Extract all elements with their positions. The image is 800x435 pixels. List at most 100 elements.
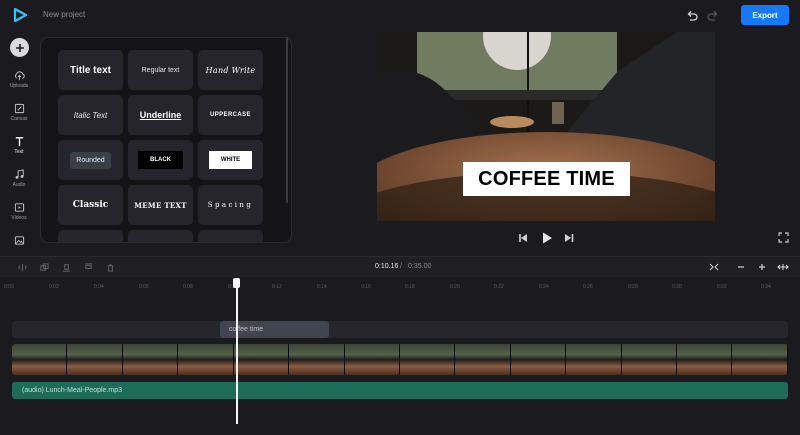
skip-forward-icon[interactable] xyxy=(563,232,575,244)
duplicate-tool[interactable] xyxy=(35,261,53,274)
sidebar-item-text[interactable]: Text xyxy=(0,136,38,166)
text-style-white[interactable]: WHITE xyxy=(198,140,263,180)
add-media-button[interactable] xyxy=(10,38,29,57)
video-thumbnail-frame xyxy=(12,344,68,375)
sidebar-item-videos[interactable]: Videos xyxy=(0,202,38,232)
text-style-more[interactable] xyxy=(198,230,263,242)
text-style-italic[interactable]: Italic Text xyxy=(58,95,123,135)
video-thumbnail-frame xyxy=(621,344,678,375)
text-style-more[interactable] xyxy=(58,230,123,242)
ruler-label: 0:28 xyxy=(628,284,638,290)
delete-tool[interactable] xyxy=(101,261,119,274)
ruler-label: 0:20 xyxy=(450,284,460,290)
video-thumbnail-frame xyxy=(732,344,788,375)
ruler-label: 0:08 xyxy=(183,284,193,290)
text-style-classic[interactable]: Classic xyxy=(58,185,123,225)
audio-clip[interactable]: (audio) Lunch-Meal-People.mp3 xyxy=(12,382,788,399)
video-thumbnail-frame xyxy=(455,344,511,375)
playhead-line[interactable] xyxy=(236,286,238,424)
align-top-icon xyxy=(84,263,92,269)
video-thumbnail-frame xyxy=(566,344,622,375)
trash-icon xyxy=(107,264,113,272)
undo-icon[interactable] xyxy=(685,9,699,23)
video-thumbnail-frame xyxy=(178,344,234,375)
app-logo-icon[interactable] xyxy=(12,7,28,23)
text-style-more[interactable] xyxy=(128,230,193,242)
video-icon xyxy=(14,203,24,212)
caption-text-overlay[interactable]: COFFEE TIME xyxy=(463,162,630,196)
text-style-label: Classic xyxy=(72,200,109,210)
caption-text: COFFEE TIME xyxy=(478,167,615,190)
project-name[interactable]: New project xyxy=(43,10,85,19)
text-style-underline[interactable]: Underline xyxy=(128,95,193,135)
collapse-icon xyxy=(709,263,719,270)
ruler-label: 0:26 xyxy=(583,284,593,290)
text-style-black[interactable]: BLACK xyxy=(128,140,193,180)
total-time: 0:35.00 xyxy=(408,263,432,270)
text-track[interactable] xyxy=(12,321,788,338)
text-style-uppercase[interactable]: UPPERCASE xyxy=(198,95,263,135)
minus-icon xyxy=(738,265,744,268)
text-style-spacing[interactable]: Spacing xyxy=(198,185,263,225)
zoom-out-button[interactable] xyxy=(733,259,749,274)
ruler-label: 0:04 xyxy=(94,284,104,290)
text-style-label: Hand Write xyxy=(205,65,256,75)
ruler-label: 0:34 xyxy=(761,284,771,290)
redo-icon[interactable] xyxy=(706,9,720,23)
text-style-label: Rounded xyxy=(70,151,111,169)
video-track[interactable] xyxy=(12,344,788,375)
text-style-label: WHITE xyxy=(208,151,253,169)
sidebar-item-uploads[interactable]: Uploads xyxy=(0,70,38,100)
sidebar-item-label: Videos xyxy=(11,215,27,221)
text-style-regular[interactable]: Regular text xyxy=(128,50,193,90)
zoom-in-button[interactable] xyxy=(754,259,770,274)
sidebar-item-label: Text xyxy=(14,149,24,155)
split-tool[interactable] xyxy=(13,261,31,274)
sidebar-item-audio[interactable]: Audio xyxy=(0,169,38,199)
ruler-label: 0:00 xyxy=(4,284,14,290)
image-icon xyxy=(14,236,24,245)
text-style-meme[interactable]: MEME TEXT xyxy=(128,185,193,225)
text-style-label: MEME TEXT xyxy=(134,200,187,210)
top-bar: New project Export xyxy=(0,0,800,32)
fit-timeline-button[interactable] xyxy=(706,259,722,274)
video-thumbnail-frame xyxy=(344,344,400,375)
export-button[interactable]: Export xyxy=(741,5,789,25)
video-thumbnail-frame xyxy=(677,344,733,375)
playhead-handle[interactable] xyxy=(233,278,240,288)
ruler-label: 0:14 xyxy=(317,284,327,290)
text-style-label: Underline xyxy=(139,110,182,120)
sidebar-item-canvas[interactable]: Canvas xyxy=(0,103,38,133)
sidebar-item-label: Audio xyxy=(12,182,26,188)
text-style-handwrite[interactable]: Hand Write xyxy=(198,50,263,90)
ruler-label: 0:22 xyxy=(494,284,504,290)
music-icon xyxy=(15,169,24,179)
text-styles-panel: Title text Regular text Hand Write Itali… xyxy=(40,37,292,243)
expand-icon xyxy=(777,263,789,270)
align-top-tool[interactable] xyxy=(79,261,97,274)
fullscreen-icon[interactable] xyxy=(778,232,789,243)
text-style-label: BLACK xyxy=(138,151,183,169)
align-bottom-tool[interactable] xyxy=(57,261,75,274)
duplicate-icon xyxy=(39,263,49,271)
plus-icon xyxy=(759,263,765,270)
expand-timeline-button[interactable] xyxy=(775,259,791,274)
play-icon[interactable] xyxy=(540,231,554,245)
video-thumbnail-frame xyxy=(289,344,345,375)
plus-icon xyxy=(15,43,24,52)
align-bottom-icon xyxy=(62,264,70,272)
video-thumbnail-frame xyxy=(122,344,179,375)
split-icon xyxy=(17,263,27,272)
upload-icon xyxy=(14,71,25,81)
panel-scrollbar[interactable] xyxy=(286,37,288,203)
skip-back-icon[interactable] xyxy=(517,232,529,244)
text-style-rounded[interactable]: Rounded xyxy=(58,140,123,180)
text-style-title[interactable]: Title text xyxy=(58,50,123,90)
current-time: 0:10.16 xyxy=(375,263,399,270)
sidebar-item-label: Uploads xyxy=(9,83,29,89)
ruler-label: 0:06 xyxy=(139,284,149,290)
text-icon xyxy=(15,137,23,147)
ruler-label: 0:12 xyxy=(272,284,282,290)
ruler-label: 0:24 xyxy=(539,284,549,290)
ruler-label: 0:32 xyxy=(717,284,727,290)
